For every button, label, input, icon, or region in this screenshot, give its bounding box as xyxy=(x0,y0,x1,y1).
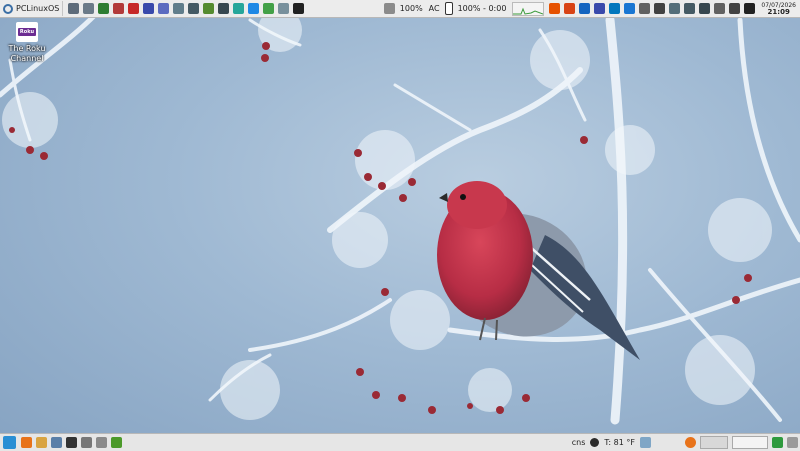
monitor-icon[interactable] xyxy=(218,3,230,14)
spreadsheet-icon[interactable] xyxy=(263,3,275,14)
checkmark-icon[interactable] xyxy=(772,437,783,448)
browser-icon[interactable] xyxy=(143,3,155,14)
cpu-icon xyxy=(383,3,395,14)
desktop-icon-label: The Roku Channel xyxy=(8,44,46,63)
application-menu-button[interactable]: PCLinuxOS xyxy=(0,1,64,16)
cns-label: cns xyxy=(571,438,586,447)
files-icon[interactable] xyxy=(36,437,47,448)
battery-icon[interactable] xyxy=(729,3,741,14)
file-manager-icon[interactable] xyxy=(83,3,95,14)
workspace-2[interactable] xyxy=(732,436,768,449)
roku-icon: Roku xyxy=(16,22,38,42)
graphics-icon[interactable] xyxy=(113,3,125,14)
camera-icon[interactable] xyxy=(684,3,696,14)
clipboard-icon[interactable] xyxy=(714,3,726,14)
volume-icon[interactable] xyxy=(744,3,756,14)
pclinuxos-logo-icon xyxy=(3,3,13,14)
temperature: T: 81 °F xyxy=(604,438,635,447)
menu-label: PCLinuxOS xyxy=(16,4,60,13)
tray-icons xyxy=(547,3,757,14)
synaptic-icon[interactable] xyxy=(111,437,122,448)
wallpaper-image xyxy=(0,8,800,425)
calculator-icon[interactable] xyxy=(188,3,200,14)
bottom-panel: cns T: 81 °F xyxy=(0,433,800,451)
mail-icon[interactable] xyxy=(96,437,107,448)
mic-icon[interactable] xyxy=(639,3,651,14)
clock-time: 21:09 xyxy=(767,7,790,16)
system-tray: 100% AC 100% - 0:00 07/07/2026 21:09 xyxy=(382,0,800,17)
presentation-icon[interactable] xyxy=(278,3,290,14)
bottom-tray: cns T: 81 °F xyxy=(569,434,800,451)
usb-icon[interactable] xyxy=(699,3,711,14)
desktop-wallpaper: Roku The Roku Channel xyxy=(0,0,800,451)
top-panel: PCLinuxOS 100% AC 100% - 0:00 07/07/2026… xyxy=(0,0,800,18)
dropbox-icon[interactable] xyxy=(579,3,591,14)
weather-icon[interactable] xyxy=(590,438,600,447)
media-player-icon[interactable] xyxy=(128,3,140,14)
headset-icon[interactable] xyxy=(654,3,666,14)
firefox-icon[interactable] xyxy=(21,437,32,448)
text-editor-icon[interactable] xyxy=(98,3,110,14)
firefox-icon[interactable] xyxy=(549,3,561,14)
settings-icon[interactable] xyxy=(81,437,92,448)
network-graph[interactable] xyxy=(512,1,545,16)
control-center-icon[interactable] xyxy=(68,3,80,14)
update-icon[interactable] xyxy=(158,3,170,14)
desktop-icon-roku-channel[interactable]: Roku The Roku Channel xyxy=(7,22,47,64)
power-source: AC xyxy=(428,4,440,13)
battery-status-icon[interactable] xyxy=(444,2,453,15)
video-icon[interactable] xyxy=(293,3,305,14)
cpu-usage: 100% xyxy=(399,4,423,13)
display-icon[interactable] xyxy=(640,437,651,448)
terminal-icon[interactable] xyxy=(66,437,77,448)
battery-status: 100% - 0:00 xyxy=(457,4,507,13)
search-icon[interactable] xyxy=(203,3,215,14)
editor-icon[interactable] xyxy=(51,437,62,448)
bluetooth-icon[interactable] xyxy=(624,3,636,14)
clock[interactable]: 07/07/2026 21:09 xyxy=(761,2,796,16)
notes-icon[interactable] xyxy=(173,3,185,14)
workspace-1[interactable] xyxy=(700,436,728,449)
chat-icon[interactable] xyxy=(233,3,245,14)
firefox-task-icon[interactable] xyxy=(685,437,696,448)
network-icon[interactable] xyxy=(609,3,621,14)
printer-icon[interactable] xyxy=(669,3,681,14)
show-desktop-icon[interactable] xyxy=(3,436,16,449)
quick-launchers xyxy=(63,3,306,14)
taskbar-launchers xyxy=(19,437,124,448)
vpn-icon[interactable] xyxy=(594,3,606,14)
document-icon[interactable] xyxy=(248,3,260,14)
shield-icon[interactable] xyxy=(564,3,576,14)
trash-icon[interactable] xyxy=(787,437,798,448)
network-graph-line xyxy=(513,7,544,15)
